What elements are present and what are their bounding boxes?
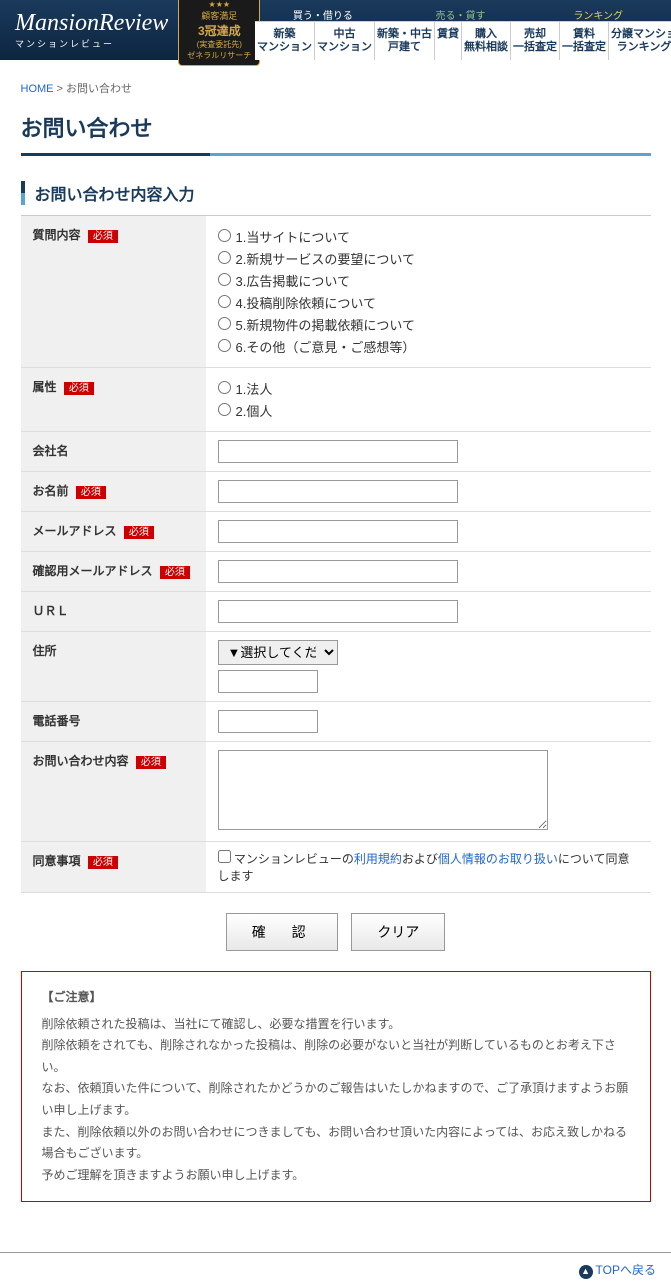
page-title: お問い合わせ [21, 111, 651, 143]
arrow-up-icon: ▲ [579, 1265, 593, 1279]
button-row: 確 認 クリア [21, 913, 651, 951]
label-phone: 電話番号 [21, 702, 206, 742]
badge-main: 3冠達成 [187, 22, 251, 39]
question-option-5[interactable]: 5.新規物件の掲載依頼について [218, 315, 639, 334]
label-name: お名前 必須 [21, 472, 206, 512]
notice-line: 予めご理解を頂きますようお願い申し上げます。 [42, 1165, 630, 1187]
clear-button[interactable]: クリア [351, 913, 445, 951]
phone-input[interactable] [218, 710, 318, 733]
pagetop-link[interactable]: TOPへ戻る [596, 1263, 656, 1277]
label-address: 住所 [21, 632, 206, 702]
nav-main: 新築マンション 中古マンション 新築・中古戸建て 賃貸 購入無料相談 売却一括査… [255, 21, 671, 60]
privacy-link[interactable]: 個人情報のお取り扱い [438, 852, 558, 866]
question-option-3[interactable]: 3.広告掲載について [218, 271, 639, 290]
required-badge: 必須 [88, 856, 118, 869]
radio-q3[interactable] [218, 273, 231, 286]
radio-a2[interactable] [218, 403, 231, 416]
nav-house[interactable]: 新築・中古戸建て [374, 22, 434, 60]
nav-rental[interactable]: 賃貸 [434, 22, 461, 60]
notice-line: また、削除依頼以外のお問い合わせにつきましても、お問い合わせ頂いた内容によっては… [42, 1122, 630, 1165]
radio-q2[interactable] [218, 251, 231, 264]
label-company: 会社名 [21, 432, 206, 472]
required-badge: 必須 [76, 486, 106, 499]
logo-sub: マンションレビュー [15, 37, 168, 50]
badge-line1: 顧客満足 [187, 9, 251, 22]
breadcrumb: HOME > お問い合わせ [21, 80, 651, 96]
attribute-option-2[interactable]: 2.個人 [218, 401, 639, 420]
consent-checkbox[interactable] [218, 850, 231, 863]
notice-line: 削除依頼をされても、削除されなかった投稿は、削除の必要がないと当社が判断している… [42, 1035, 630, 1078]
nav-consult[interactable]: 購入無料相談 [461, 22, 510, 60]
name-input[interactable] [218, 480, 458, 503]
nav-rent-assess[interactable]: 賃料一括査定 [559, 22, 608, 60]
award-badge: ★★★ 顧客満足 3冠達成 (実査委託先) ゼネラルリサーチ [178, 0, 260, 66]
address-select[interactable]: ▼選択してください▼ [218, 640, 338, 665]
company-input[interactable] [218, 440, 458, 463]
label-attribute: 属性 必須 [21, 368, 206, 432]
attribute-radio-group: 1.法人 2.個人 [218, 379, 639, 420]
required-badge: 必須 [124, 526, 154, 539]
notice-box: 【ご注意】 削除依頼された投稿は、当社にて確認し、必要な措置を行います。 削除依… [21, 971, 651, 1202]
badge-line3: ゼネラルリサーチ [187, 50, 251, 61]
label-email: メールアドレス 必須 [21, 512, 206, 552]
required-badge: 必須 [64, 382, 94, 395]
notice-line: 削除依頼された投稿は、当社にて確認し、必要な措置を行います。 [42, 1014, 630, 1036]
question-option-4[interactable]: 4.投稿削除依頼について [218, 293, 639, 312]
label-content: お問い合わせ内容 必須 [21, 742, 206, 842]
label-consent: 同意事項 必須 [21, 842, 206, 893]
nav-new-mansion[interactable]: 新築マンション [255, 22, 314, 60]
radio-a1[interactable] [218, 381, 231, 394]
contact-form: 質問内容 必須 1.当サイトについて 2.新規サービスの要望について 3.広告掲… [21, 216, 651, 893]
radio-q1[interactable] [218, 229, 231, 242]
terms-link[interactable]: 利用規約 [354, 852, 402, 866]
question-option-1[interactable]: 1.当サイトについて [218, 227, 639, 246]
question-option-2[interactable]: 2.新規サービスの要望について [218, 249, 639, 268]
logo-main: MansionReview [15, 10, 168, 37]
badge-stars: ★★★ [187, 0, 251, 9]
nav-sell-assess[interactable]: 売却一括査定 [510, 22, 559, 60]
label-email-confirm: 確認用メールアドレス 必須 [21, 552, 206, 592]
content-textarea[interactable] [218, 750, 548, 830]
badge-line2: (実査委託先) [187, 39, 251, 50]
breadcrumb-current: お問い合わせ [66, 83, 132, 95]
consent-mid: および [402, 852, 438, 866]
nav-used-mansion[interactable]: 中古マンション [314, 22, 374, 60]
label-question: 質問内容 必須 [21, 216, 206, 368]
breadcrumb-home[interactable]: HOME [21, 83, 54, 95]
label-url: ＵＲＬ [21, 592, 206, 632]
question-radio-group: 1.当サイトについて 2.新規サービスの要望について 3.広告掲載について 4.… [218, 227, 639, 356]
title-underline [21, 153, 651, 156]
required-badge: 必須 [136, 756, 166, 769]
radio-q6[interactable] [218, 339, 231, 352]
nav-ranking[interactable]: 分譲マンショランキング [608, 22, 671, 60]
confirm-button[interactable]: 確 認 [226, 913, 338, 951]
pagetop: ▲TOPへ戻る [0, 1253, 671, 1287]
notice-title: 【ご注意】 [42, 987, 630, 1009]
attribute-option-1[interactable]: 1.法人 [218, 379, 639, 398]
radio-q5[interactable] [218, 317, 231, 330]
address-input[interactable] [218, 670, 318, 693]
site-logo[interactable]: MansionReview マンションレビュー [15, 10, 168, 50]
required-badge: 必須 [88, 230, 118, 243]
url-input[interactable] [218, 600, 458, 623]
question-option-6[interactable]: 6.その他（ご意見・ご感想等） [218, 337, 639, 356]
email-input[interactable] [218, 520, 458, 543]
email-confirm-input[interactable] [218, 560, 458, 583]
required-badge: 必須 [160, 566, 190, 579]
notice-line: なお、依頼頂いた件について、削除されたかどうかのご報告はいたしかねますので、ご了… [42, 1078, 630, 1121]
consent-pre: マンションレビューの [234, 852, 354, 866]
section-title: お問い合わせ内容入力 [21, 181, 651, 205]
radio-q4[interactable] [218, 295, 231, 308]
